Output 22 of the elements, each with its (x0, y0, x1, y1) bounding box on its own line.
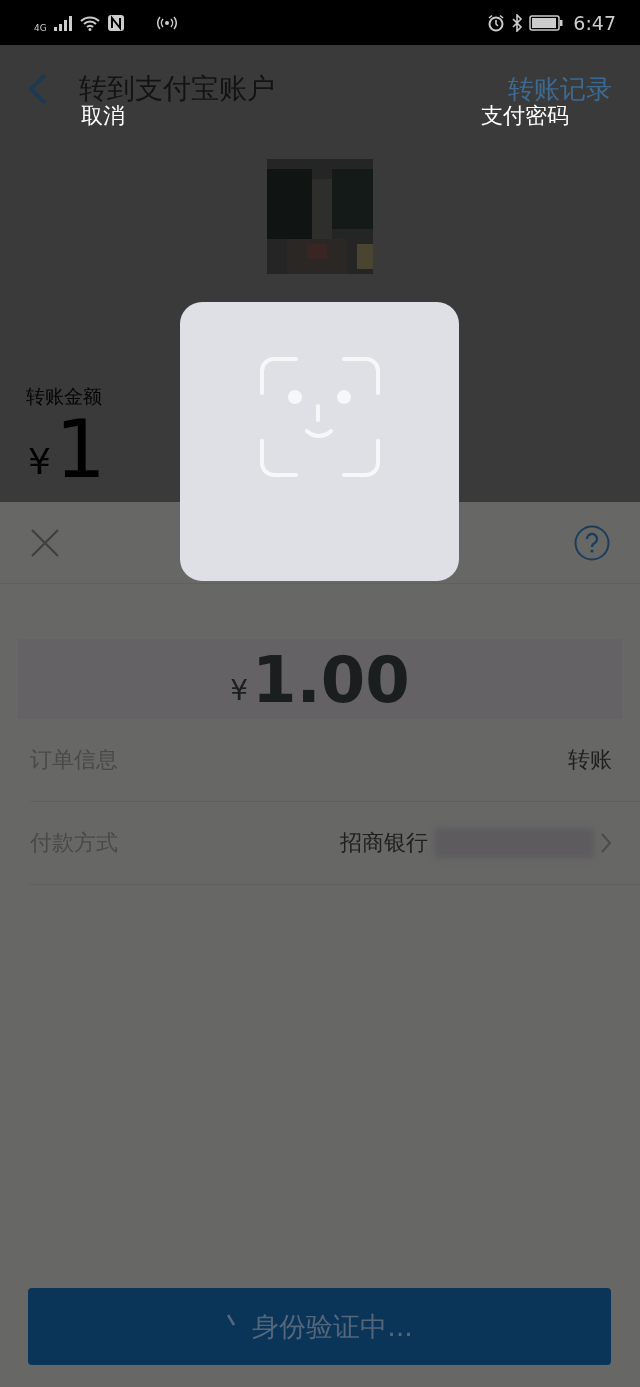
payment-amount: 1.00 (251, 644, 410, 715)
password-button[interactable]: 支付密码 (481, 101, 569, 131)
signal-icon (52, 14, 73, 31)
close-icon[interactable] (30, 527, 60, 558)
bluetooth-icon (511, 13, 524, 32)
clock: 6:47 (573, 11, 616, 34)
alarm-icon (487, 13, 506, 32)
face-scan-icon (260, 357, 380, 477)
hotspot-icon (156, 15, 177, 30)
row-value: 转账 (568, 746, 612, 774)
nfc-icon (106, 13, 125, 32)
transfer-amount: 1 (54, 410, 106, 490)
currency-symbol: ¥ (230, 674, 248, 707)
back-icon[interactable] (27, 73, 49, 105)
row-value: 招商银行 (340, 829, 428, 857)
network-label: 4G (34, 22, 47, 33)
battery-icon (529, 14, 564, 31)
chevron-icon[interactable] (600, 832, 612, 854)
cancel-button[interactable]: 取消 (81, 101, 125, 131)
wifi-icon (78, 14, 101, 31)
help-icon[interactable] (574, 524, 610, 561)
currency-symbol: ¥ (28, 441, 51, 482)
